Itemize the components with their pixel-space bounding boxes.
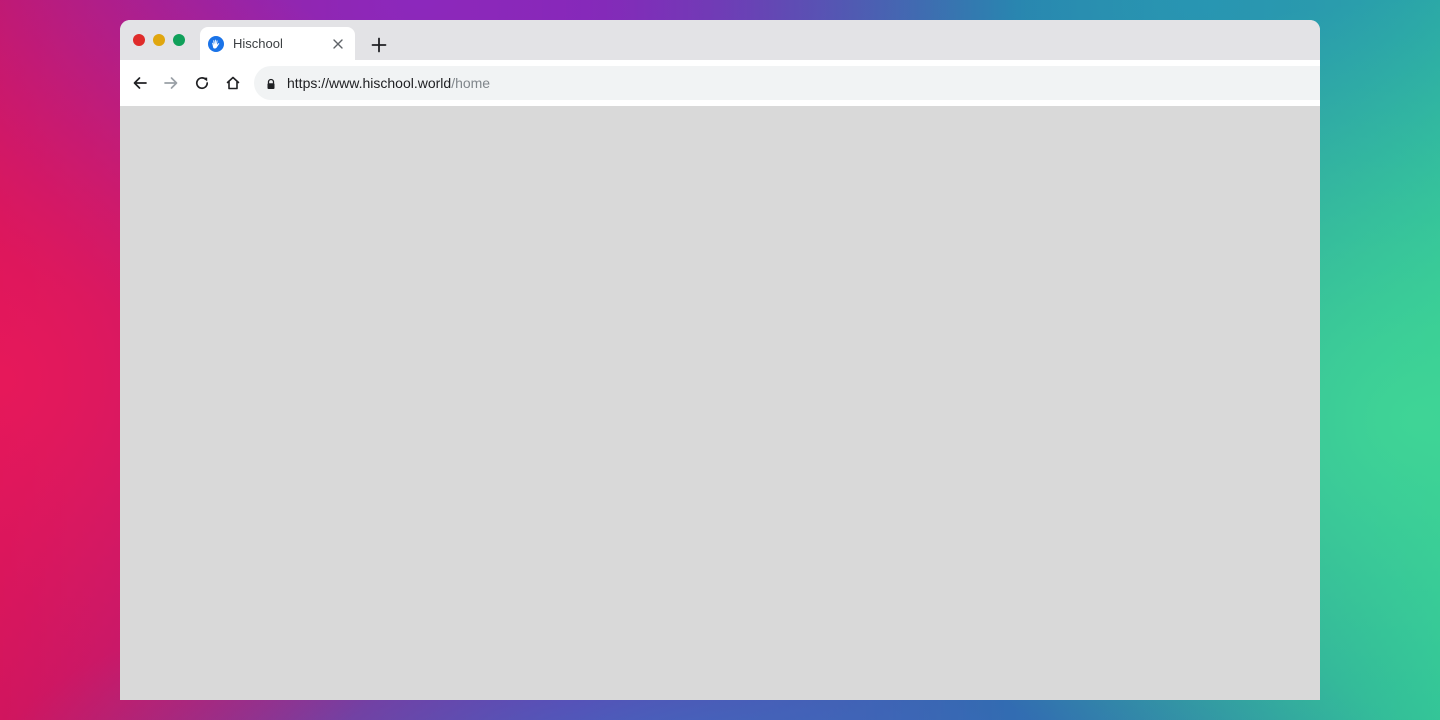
url-path: /home <box>451 75 491 91</box>
close-icon[interactable] <box>331 37 345 51</box>
browser-window: Hischool https://www.hischool.world/home <box>120 20 1320 700</box>
window-maximize-button[interactable] <box>173 34 185 46</box>
home-icon[interactable] <box>223 73 243 93</box>
url-text[interactable]: https://www.hischool.world/home <box>287 75 490 91</box>
window-close-button[interactable] <box>133 34 145 46</box>
waving-hand-icon <box>208 36 224 52</box>
url-host: https://www.hischool.world <box>287 75 452 91</box>
tab-hischool[interactable]: Hischool <box>200 27 355 60</box>
address-bar[interactable]: https://www.hischool.world/home <box>254 66 1320 100</box>
window-minimize-button[interactable] <box>153 34 165 46</box>
page-content <box>120 106 1320 700</box>
tab-strip: Hischool <box>120 20 1320 60</box>
browser-toolbar: https://www.hischool.world/home <box>120 60 1320 106</box>
arrow-left-icon[interactable] <box>130 73 150 93</box>
tab-title: Hischool <box>233 36 283 51</box>
arrow-right-icon[interactable] <box>161 73 181 93</box>
reload-icon[interactable] <box>192 73 212 93</box>
plus-icon[interactable] <box>369 35 389 55</box>
lock-icon[interactable] <box>265 77 277 89</box>
